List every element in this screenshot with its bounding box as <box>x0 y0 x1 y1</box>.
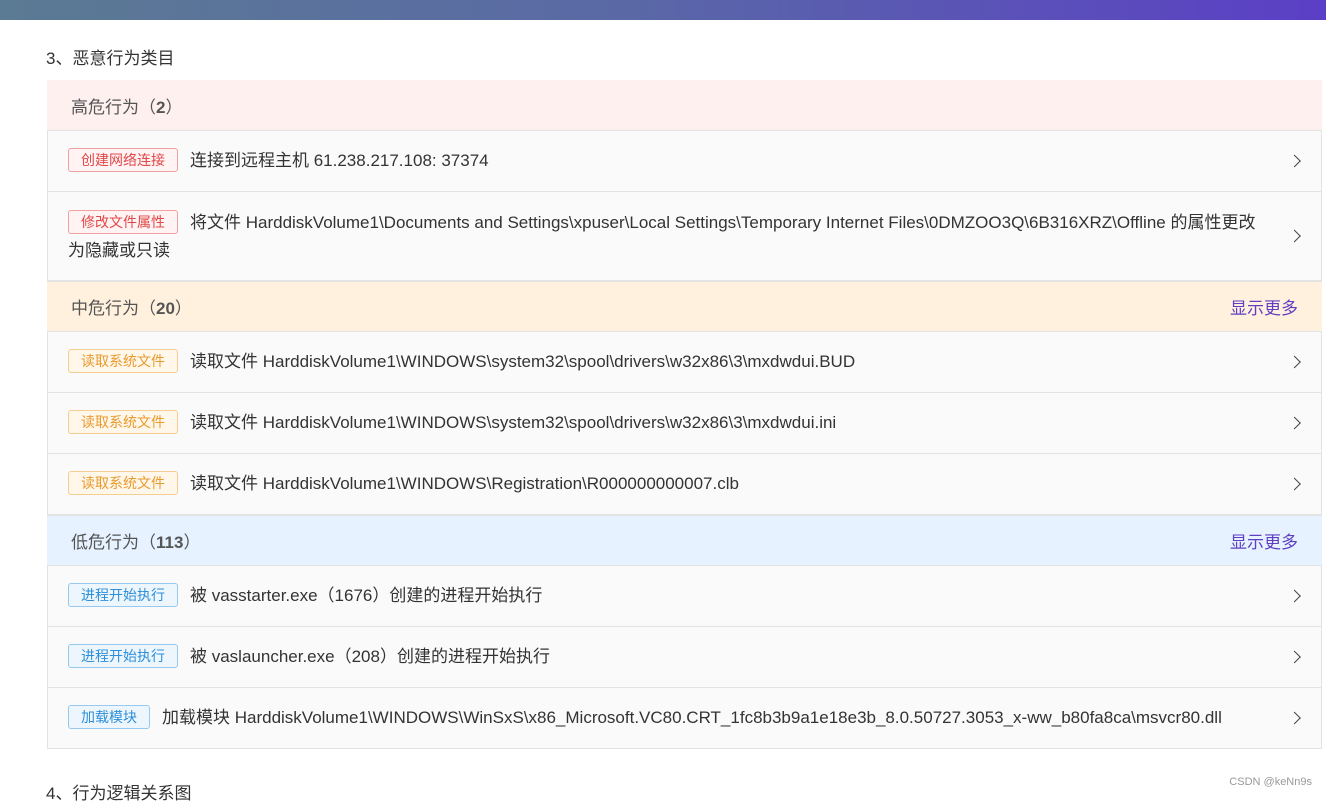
group-title-high: 高危行为（2） <box>71 93 182 118</box>
behavior-row[interactable]: 加载模块 加载模块 HarddiskVolume1\WINDOWS\WinSxS\… <box>47 688 1322 749</box>
section-title-logic-graph: 4、行为逻辑关系图 <box>46 784 192 803</box>
behavior-text: 连接到远程主机 61.238.217.108: 37374 <box>190 151 489 170</box>
group-label-close: ） <box>174 299 192 318</box>
behavior-tag: 读取系统文件 <box>68 349 178 373</box>
chevron-right-icon[interactable] <box>1288 416 1301 430</box>
group-count: 113 <box>156 533 184 552</box>
behavior-row[interactable]: 读取系统文件 读取文件 HarddiskVolume1\WINDOWS\syste… <box>47 331 1322 393</box>
behavior-panel: 高危行为（2） 创建网络连接 连接到远程主机 61.238.217.108: 37… <box>47 80 1322 749</box>
group-label-close: ） <box>165 97 183 117</box>
behavior-content: 读取系统文件 读取文件 HarddiskVolume1\WINDOWS\Regis… <box>68 470 739 498</box>
behavior-tag: 进程开始执行 <box>68 644 178 668</box>
behavior-tag: 读取系统文件 <box>68 471 178 495</box>
section-title-malicious-categories: 3、恶意行为类目 <box>46 49 175 68</box>
behavior-content: 读取系统文件 读取文件 HarddiskVolume1\WINDOWS\syste… <box>68 348 855 376</box>
group-title-medium: 中危行为（20） <box>71 294 192 319</box>
group-label: 低危行为（ <box>71 533 156 552</box>
show-more-medium-link[interactable]: 显示更多 <box>1230 294 1298 319</box>
behavior-row[interactable]: 进程开始执行被 vaslauncher.exe（208）创建的进程开始执行 <box>47 627 1322 688</box>
behavior-text: 将文件 HarddiskVolume1\Documents and Settin… <box>68 213 1256 260</box>
behavior-text: 读取文件 HarddiskVolume1\WINDOWS\system32\sp… <box>190 352 856 371</box>
behavior-text: 被 vaslauncher.exe（208）创建的进程开始执行 <box>190 647 550 666</box>
behavior-text: 读取文件 HarddiskVolume1\WINDOWS\system32\sp… <box>190 413 837 432</box>
behavior-content: 进程开始执行被 vasstarter.exe（1676）创建的进程开始执行 <box>68 582 542 610</box>
behavior-row[interactable]: 读取系统文件 读取文件 HarddiskVolume1\WINDOWS\Regis… <box>47 454 1322 515</box>
chevron-right-icon[interactable] <box>1288 589 1301 603</box>
behavior-tag: 读取系统文件 <box>68 410 178 434</box>
behavior-row[interactable]: 修改文件属性 将文件 HarddiskVolume1\Documents and … <box>47 192 1322 281</box>
group-label: 中危行为（ <box>71 299 156 318</box>
group-label: 高危行为（ <box>71 97 156 117</box>
top-gradient-bar <box>0 0 1326 20</box>
group-header-medium: 中危行为（20） 显示更多 <box>47 281 1322 331</box>
chevron-right-icon[interactable] <box>1288 229 1301 243</box>
behavior-text: 读取文件 HarddiskVolume1\WINDOWS\Registratio… <box>190 474 739 493</box>
chevron-right-icon[interactable] <box>1288 477 1301 491</box>
chevron-right-icon[interactable] <box>1288 154 1301 168</box>
show-more-low-link[interactable]: 显示更多 <box>1230 528 1298 553</box>
behavior-tag: 加载模块 <box>68 705 150 729</box>
behavior-content: 进程开始执行被 vaslauncher.exe（208）创建的进程开始执行 <box>68 643 550 671</box>
behavior-tag: 创建网络连接 <box>68 148 178 172</box>
group-header-low: 低危行为（113） 显示更多 <box>47 515 1322 565</box>
behavior-tag: 进程开始执行 <box>68 583 178 607</box>
chevron-right-icon[interactable] <box>1288 711 1301 725</box>
behavior-row[interactable]: 创建网络连接 连接到远程主机 61.238.217.108: 37374 <box>47 130 1322 192</box>
behavior-content: 修改文件属性 将文件 HarddiskVolume1\Documents and … <box>68 209 1271 265</box>
watermark: CSDN @keNn9s <box>1229 776 1312 788</box>
behavior-tag: 修改文件属性 <box>68 210 178 234</box>
behavior-row[interactable]: 进程开始执行被 vasstarter.exe（1676）创建的进程开始执行 <box>47 565 1322 627</box>
behavior-content: 加载模块 加载模块 HarddiskVolume1\WINDOWS\WinSxS\… <box>68 704 1222 732</box>
behavior-content: 读取系统文件 读取文件 HarddiskVolume1\WINDOWS\syste… <box>68 409 836 437</box>
group-count: 20 <box>156 299 175 318</box>
chevron-right-icon[interactable] <box>1288 355 1301 369</box>
behavior-row[interactable]: 读取系统文件 读取文件 HarddiskVolume1\WINDOWS\syste… <box>47 393 1322 454</box>
behavior-text: 被 vasstarter.exe（1676）创建的进程开始执行 <box>190 586 543 605</box>
group-title-low: 低危行为（113） <box>71 528 200 553</box>
chevron-right-icon[interactable] <box>1288 650 1301 664</box>
group-label-close: ） <box>183 533 201 552</box>
group-header-high: 高危行为（2） <box>47 80 1322 130</box>
behavior-content: 创建网络连接 连接到远程主机 61.238.217.108: 37374 <box>68 147 489 175</box>
behavior-text: 加载模块 HarddiskVolume1\WINDOWS\WinSxS\x86_… <box>162 708 1222 727</box>
